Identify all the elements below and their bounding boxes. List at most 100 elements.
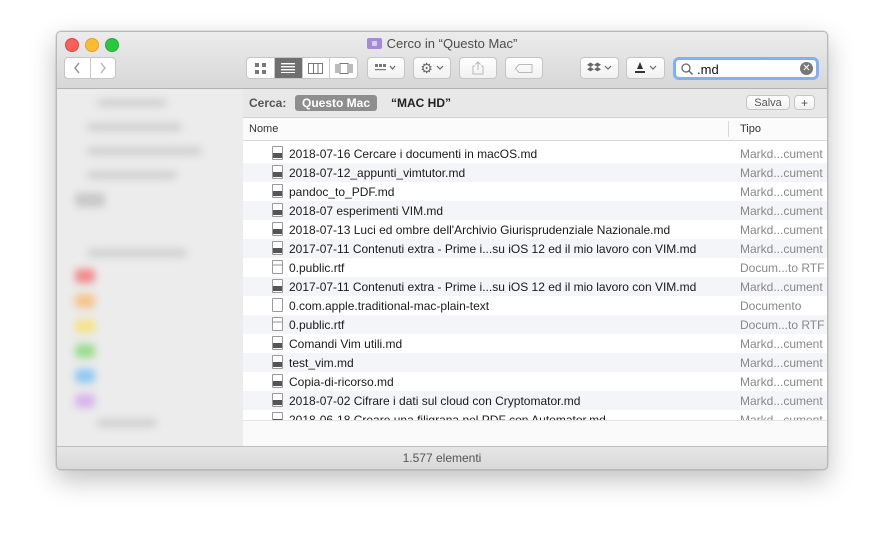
file-name: 0.public.rtf bbox=[289, 261, 345, 275]
item-count: 1.577 elementi bbox=[402, 451, 482, 465]
window-title-text: Cerco in “Questo Mac” bbox=[386, 36, 518, 51]
list-item[interactable]: 0.com.apple.traditional-mac-plain-text Do… bbox=[243, 296, 827, 315]
gear-icon: ⚙ bbox=[420, 59, 433, 76]
search-scope-bar: Cerca: Questo Mac “MAC HD” Salva + bbox=[243, 89, 827, 118]
file-icon bbox=[272, 165, 283, 179]
file-kind: Markd...cument bbox=[740, 223, 823, 237]
column-header: Nome Tipo bbox=[243, 118, 827, 141]
search-field[interactable]: ✕ bbox=[673, 57, 819, 80]
search-input[interactable] bbox=[697, 61, 795, 77]
list-item[interactable]: 2018-07-02 Cifrare i dati sul cloud con … bbox=[243, 391, 827, 410]
magnifier-icon bbox=[681, 63, 693, 75]
list-item[interactable]: 2018-07-12_appunti_vimtutor.md Markd...cu… bbox=[243, 163, 827, 182]
pen-icon bbox=[634, 62, 645, 73]
file-name: 2018-07-16 Cercare i documenti in macOS.… bbox=[289, 147, 538, 161]
chevron-left-icon bbox=[74, 62, 80, 74]
view-switcher bbox=[246, 57, 358, 79]
scope-label: Cerca: bbox=[249, 96, 287, 110]
file-kind: Documento bbox=[740, 299, 802, 313]
cover-flow-icon bbox=[335, 62, 353, 74]
file-list: 2018-07-16 Cercare i documenti in macOS.… bbox=[243, 144, 827, 421]
list-item[interactable]: Comandi Vim utili.md Markd...cument bbox=[243, 334, 827, 353]
results-pane: Cerca: Questo Mac “MAC HD” Salva + Nome … bbox=[243, 89, 827, 447]
file-kind: Markd...cument bbox=[740, 280, 823, 294]
list-icon bbox=[281, 63, 296, 73]
clear-search-icon[interactable]: ✕ bbox=[800, 62, 813, 75]
file-kind: Markd...cument bbox=[740, 166, 823, 180]
horizontal-scroll-area[interactable] bbox=[243, 420, 827, 447]
file-kind: Markd...cument bbox=[740, 394, 823, 408]
file-icon bbox=[272, 241, 283, 255]
file-kind: Markd...cument bbox=[740, 204, 823, 218]
file-kind: Markd...cument bbox=[740, 185, 823, 199]
list-item[interactable]: Copia-di-ricorso.md Markd...cument bbox=[243, 372, 827, 391]
dropbox-icon bbox=[587, 62, 601, 72]
file-icon bbox=[272, 203, 283, 217]
list-item[interactable]: pandoc_to_PDF.md Markd...cument bbox=[243, 182, 827, 201]
share-button[interactable] bbox=[459, 57, 497, 79]
sidebar bbox=[57, 89, 243, 447]
share-icon bbox=[472, 61, 484, 75]
file-name: 2018-07-13 Luci ed ombre dell'Archivio G… bbox=[289, 223, 671, 237]
nav-buttons bbox=[64, 57, 116, 79]
column-divider[interactable] bbox=[728, 121, 729, 137]
tags-button[interactable] bbox=[505, 57, 543, 79]
file-name: 2018-07-02 Cifrare i dati sul cloud con … bbox=[289, 394, 581, 408]
file-icon bbox=[272, 146, 283, 160]
scope-mac-hd-button[interactable]: “MAC HD” bbox=[391, 96, 451, 110]
name-column-header[interactable]: Nome bbox=[249, 123, 278, 135]
file-icon bbox=[272, 393, 283, 407]
file-name: 2018-07-12_appunti_vimtutor.md bbox=[289, 166, 466, 180]
file-kind: Markd...cument bbox=[740, 337, 823, 351]
list-item[interactable]: test_vim.md Markd...cument bbox=[243, 353, 827, 372]
forward-button[interactable] bbox=[91, 58, 116, 78]
file-name: 0.public.rtf bbox=[289, 318, 345, 332]
file-kind: Docum...to RTF bbox=[740, 261, 825, 275]
list-item[interactable]: 0.public.rtf Docum...to RTF bbox=[243, 315, 827, 334]
file-icon bbox=[272, 184, 283, 198]
file-kind: Markd...cument bbox=[740, 375, 823, 389]
smart-folder-icon bbox=[366, 38, 382, 49]
action-button[interactable]: ⚙ bbox=[413, 57, 451, 79]
save-search-button[interactable]: Salva bbox=[746, 95, 790, 110]
file-icon bbox=[272, 317, 283, 331]
list-item[interactable]: 2018-07-16 Cercare i documenti in macOS.… bbox=[243, 144, 827, 163]
list-view-button[interactable] bbox=[274, 58, 303, 78]
list-item[interactable]: 2017-07-11 Contenuti extra - Prime i...s… bbox=[243, 239, 827, 258]
file-kind: Markd...cument bbox=[740, 356, 823, 370]
list-item[interactable]: 2018-07 esperimenti VIM.md Markd...cument bbox=[243, 201, 827, 220]
group-icon bbox=[375, 64, 396, 71]
file-icon bbox=[272, 260, 283, 274]
chevron-down-icon bbox=[436, 65, 444, 70]
scope-this-mac-button[interactable]: Questo Mac bbox=[295, 95, 378, 111]
tag-icon bbox=[515, 63, 533, 73]
file-name: 2017-07-11 Contenuti extra - Prime i...s… bbox=[289, 280, 697, 294]
grid-icon bbox=[254, 62, 266, 74]
file-name: 0.com.apple.traditional-mac-plain-text bbox=[289, 299, 490, 313]
chevron-down-icon bbox=[649, 65, 656, 70]
icon-view-button[interactable] bbox=[247, 58, 275, 78]
add-criteria-button[interactable]: + bbox=[794, 95, 815, 110]
file-icon bbox=[272, 374, 283, 388]
list-item[interactable]: 0.public.rtf Docum...to RTF bbox=[243, 258, 827, 277]
kind-column-header[interactable]: Tipo bbox=[740, 123, 761, 135]
markup-button[interactable] bbox=[626, 57, 665, 79]
cover-flow-view-button[interactable] bbox=[330, 58, 357, 78]
file-name: Copia-di-ricorso.md bbox=[289, 375, 394, 389]
file-name: 2017-07-11 Contenuti extra - Prime i...s… bbox=[289, 242, 697, 256]
list-item[interactable]: 2018-07-13 Luci ed ombre dell'Archivio G… bbox=[243, 220, 827, 239]
arrange-button[interactable] bbox=[367, 57, 405, 79]
file-name: Comandi Vim utili.md bbox=[289, 337, 403, 351]
back-button[interactable] bbox=[65, 58, 91, 78]
dropbox-button[interactable] bbox=[580, 57, 619, 79]
file-name: 2018-07 esperimenti VIM.md bbox=[289, 204, 444, 218]
toolbar: Cerco in “Questo Mac” ⚙ .md ✕ bbox=[57, 32, 827, 89]
window-title: Cerco in “Questo Mac” bbox=[57, 36, 827, 51]
chevron-down-icon bbox=[604, 65, 612, 70]
column-view-button[interactable] bbox=[303, 58, 331, 78]
file-icon bbox=[272, 336, 283, 350]
file-name: pandoc_to_PDF.md bbox=[289, 185, 395, 199]
file-icon bbox=[272, 222, 283, 236]
finder-window: Cerco in “Questo Mac” ⚙ .md ✕ Cerca: Que… bbox=[56, 31, 828, 470]
list-item[interactable]: 2017-07-11 Contenuti extra - Prime i...s… bbox=[243, 277, 827, 296]
